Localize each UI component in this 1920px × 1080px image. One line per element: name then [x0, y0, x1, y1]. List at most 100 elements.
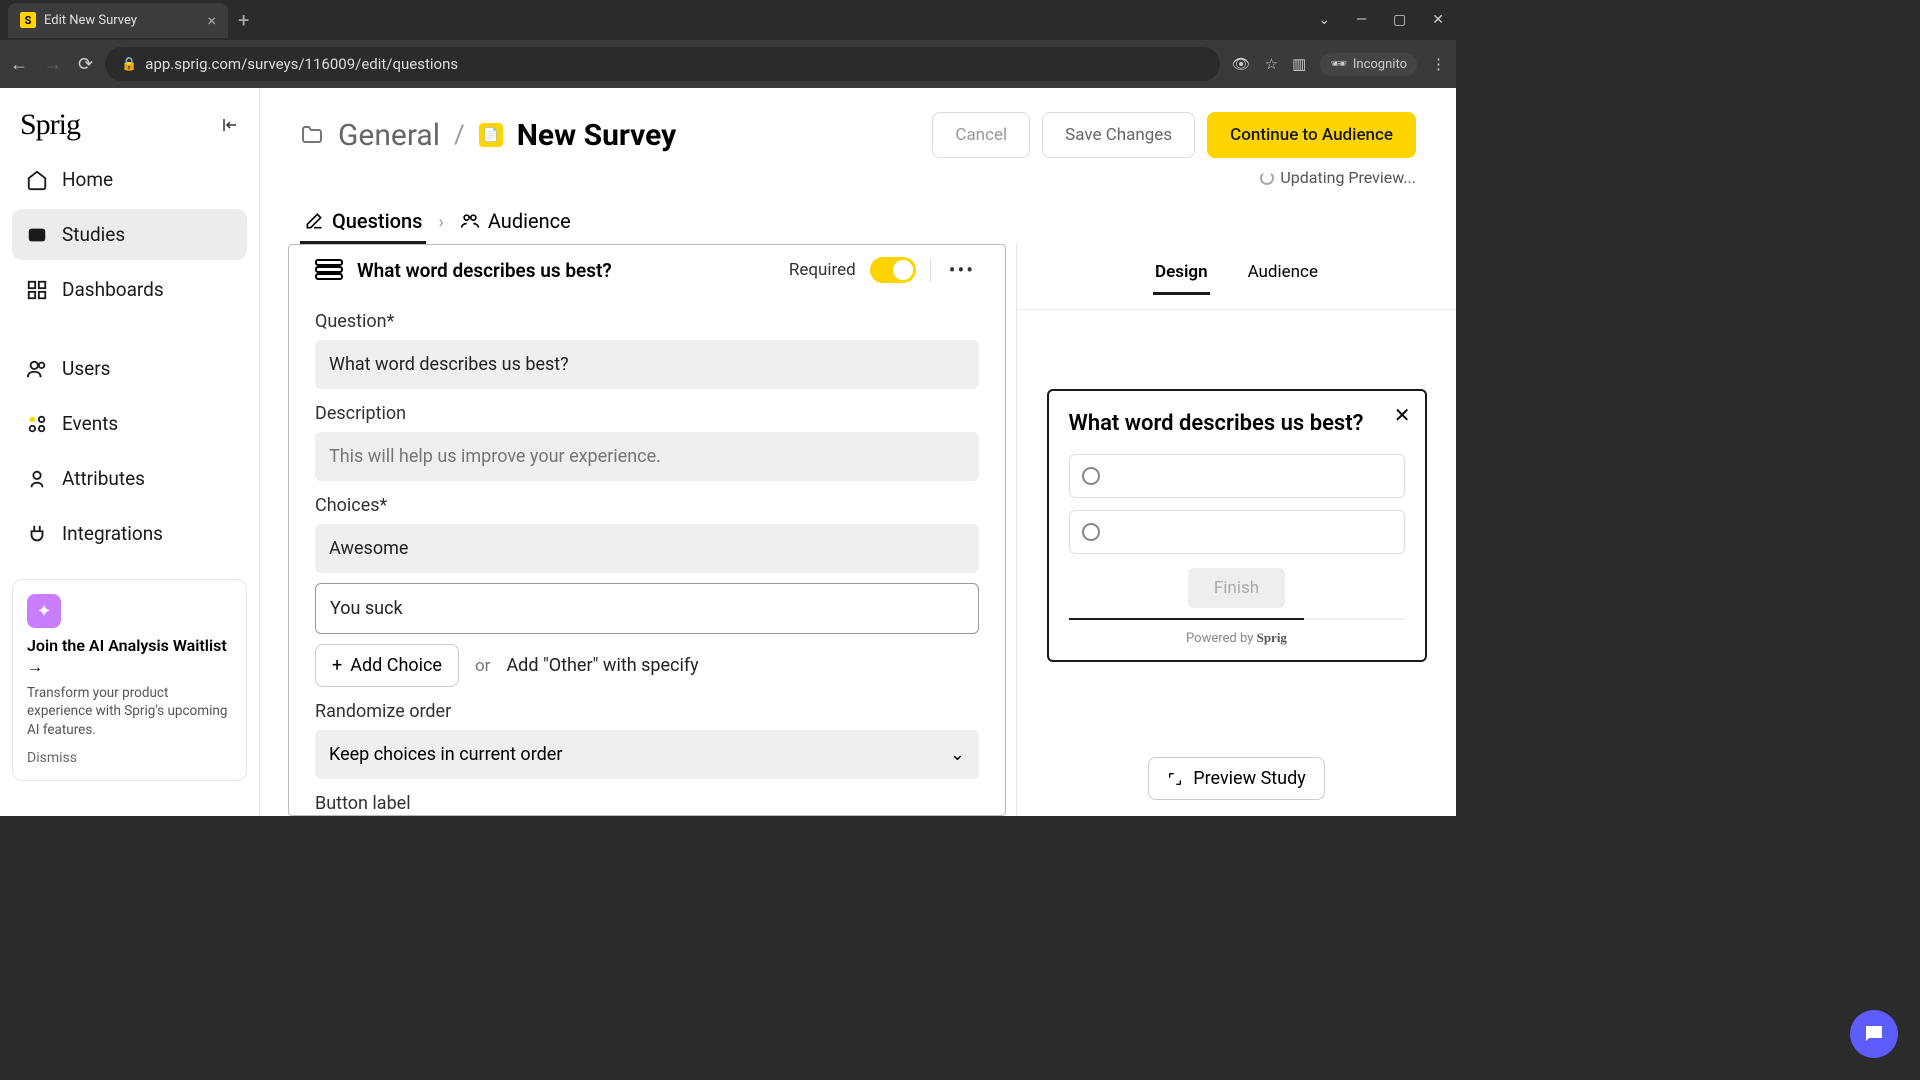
randomize-label: Randomize order: [315, 701, 979, 722]
description-input[interactable]: [315, 432, 979, 481]
tab-title: Edit New Survey: [44, 13, 137, 28]
new-tab-button[interactable]: +: [228, 8, 259, 32]
cancel-button[interactable]: Cancel: [932, 112, 1030, 158]
close-icon[interactable]: ×: [207, 11, 216, 30]
choice-input-2[interactable]: [315, 583, 979, 634]
logo: Sprig: [20, 108, 80, 142]
url-text: app.sprig.com/surveys/116009/edit/questi…: [145, 55, 458, 73]
tab-label: Audience: [488, 209, 571, 233]
maximize-icon[interactable]: ▢: [1389, 8, 1410, 32]
ai-card-dismiss[interactable]: Dismiss: [27, 750, 232, 766]
add-choice-button[interactable]: + Add Choice: [315, 644, 459, 687]
radio-icon: [1082, 523, 1100, 541]
preview-tab-audience[interactable]: Audience: [1246, 258, 1320, 295]
choice-input-1[interactable]: [315, 524, 979, 573]
sidebar-item-label: Studies: [62, 223, 125, 246]
breadcrumb-separator: /: [454, 120, 465, 150]
close-icon[interactable]: ✕: [1394, 403, 1411, 427]
powered-brand: Sprig: [1257, 630, 1287, 645]
incognito-badge[interactable]: 🕶 Incognito: [1320, 53, 1417, 76]
incognito-label: Incognito: [1353, 57, 1407, 72]
chevron-down-icon[interactable]: ⌄: [1314, 8, 1334, 32]
collapse-icon[interactable]: [221, 116, 239, 134]
divider: [930, 258, 931, 282]
breadcrumb-folder[interactable]: General: [338, 118, 440, 153]
wizard-tabs: Questions › Audience: [260, 187, 1456, 244]
editor-scroll[interactable]: 4 What word describes us best? Required …: [288, 244, 1006, 816]
sidebar-item-users[interactable]: Users: [12, 343, 247, 394]
audience-icon: [460, 211, 480, 231]
question-input[interactable]: [315, 340, 979, 389]
tab-favicon: S: [20, 12, 36, 28]
preview-footer: Preview Study: [1017, 741, 1456, 816]
widget-option[interactable]: [1069, 454, 1405, 498]
minimize-icon[interactable]: —: [1352, 8, 1371, 32]
preview-tab-design[interactable]: Design: [1153, 258, 1210, 295]
kebab-icon[interactable]: ⋮: [1431, 55, 1446, 73]
preview-study-button[interactable]: Preview Study: [1148, 757, 1325, 800]
sidebar-item-attributes[interactable]: Attributes: [12, 453, 247, 504]
sidebar-item-events[interactable]: Events: [12, 398, 247, 449]
sparkle-icon: ✦: [27, 594, 61, 628]
choice-row: [315, 524, 979, 573]
logo-row: Sprig: [12, 108, 247, 154]
back-icon[interactable]: ←: [10, 54, 28, 75]
panel-icon[interactable]: ▥: [1292, 55, 1306, 73]
preview-body: ✕ What word describes us best? Finish Po…: [1017, 310, 1456, 741]
ai-waitlist-card: ✦ Join the AI Analysis Waitlist → Transf…: [12, 579, 247, 781]
folder-icon: [300, 123, 324, 147]
choices-field-label: Choices*: [315, 495, 979, 516]
browser-tab[interactable]: S Edit New Survey ×: [8, 3, 228, 38]
ai-card-title[interactable]: Join the AI Analysis Waitlist →: [27, 636, 232, 678]
sidebar-item-integrations[interactable]: Integrations: [12, 508, 247, 559]
lock-icon: 🔒: [121, 57, 137, 72]
description-field-label: Description: [315, 403, 979, 424]
or-text: or: [475, 656, 490, 676]
spinner-icon: [1260, 171, 1274, 185]
attributes-icon: [26, 468, 48, 490]
forward-icon: →: [44, 54, 62, 75]
updating-preview-status: Updating Preview...: [260, 158, 1456, 187]
tab-questions[interactable]: Questions: [300, 201, 426, 244]
randomize-select[interactable]: Keep choices in current order ⌄: [315, 730, 979, 779]
finish-button[interactable]: Finish: [1188, 568, 1285, 608]
sidebar-item-dashboards[interactable]: Dashboards: [12, 264, 247, 315]
sidebar-item-studies[interactable]: Studies: [12, 209, 247, 260]
url-field[interactable]: 🔒 app.sprig.com/surveys/116009/edit/ques…: [105, 47, 1220, 81]
preview-column: Design Audience ✕ What word describes us…: [1016, 244, 1456, 816]
eye-off-icon[interactable]: 👁: [1232, 55, 1251, 73]
studies-icon: [26, 224, 48, 246]
window-controls: ⌄ — ▢ ✕: [1314, 8, 1448, 32]
required-toggle[interactable]: [870, 257, 916, 283]
chat-bubble[interactable]: [1850, 1010, 1898, 1058]
browser-chrome: S Edit New Survey × + ⌄ — ▢ ✕ ← → ⟳ 🔒 ap…: [0, 0, 1456, 88]
save-changes-button[interactable]: Save Changes: [1042, 112, 1195, 158]
sidebar-item-label: Home: [62, 168, 113, 191]
add-choice-row: + Add Choice or Add "Other" with specify: [315, 644, 979, 687]
continue-button[interactable]: Continue to Audience: [1207, 112, 1416, 158]
reload-icon[interactable]: ⟳: [78, 54, 93, 75]
plus-icon: +: [332, 655, 342, 676]
widget-question: What word describes us best?: [1069, 411, 1405, 436]
widget-option[interactable]: [1069, 510, 1405, 554]
editor-column: 4 What word describes us best? Required …: [260, 244, 1016, 816]
main: General / 📄 New Survey Cancel Save Chang…: [260, 88, 1456, 816]
progress-bar: [1069, 618, 1405, 620]
add-other-link[interactable]: Add "Other" with specify: [506, 655, 698, 676]
choice-row: [315, 583, 979, 634]
star-icon[interactable]: ☆: [1265, 55, 1278, 73]
tab-label: Questions: [332, 209, 422, 233]
home-icon: [26, 169, 48, 191]
required-label: Required: [789, 260, 856, 280]
sidebar-item-home[interactable]: Home: [12, 154, 247, 205]
events-icon: [26, 413, 48, 435]
window-close-icon[interactable]: ✕: [1428, 8, 1448, 32]
app: Sprig Home Studies Dashboards Users Even…: [0, 88, 1456, 816]
randomize-value: Keep choices in current order: [329, 744, 562, 765]
ai-card-body: Transform your product experience with S…: [27, 684, 232, 741]
preview-study-label: Preview Study: [1193, 768, 1306, 789]
tab-audience[interactable]: Audience: [456, 201, 575, 244]
more-icon[interactable]: •••: [945, 258, 979, 282]
integrations-icon: [26, 523, 48, 545]
powered-prefix: Powered by: [1186, 631, 1257, 646]
